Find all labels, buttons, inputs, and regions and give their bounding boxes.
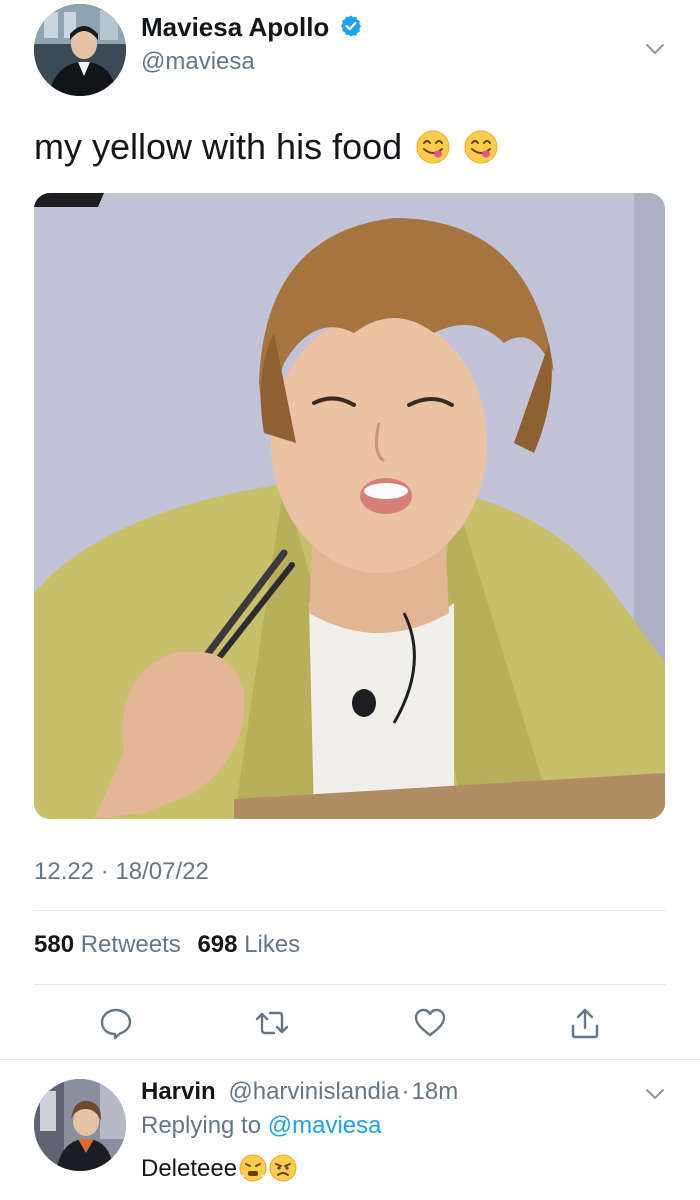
retweet-button[interactable] xyxy=(252,1003,292,1043)
tweet-text: my yellow with his food xyxy=(34,124,498,170)
divider xyxy=(34,984,666,985)
verified-badge-icon xyxy=(340,15,361,37)
reply-separator: · xyxy=(401,1078,410,1105)
likes-count[interactable]: 698 xyxy=(197,931,237,958)
retweets-count[interactable]: 580 xyxy=(34,931,74,958)
tweet-media-photo[interactable] xyxy=(34,193,665,819)
replying-to-handle[interactable]: @maviesa xyxy=(268,1112,382,1139)
reply-text-content: Deleteee xyxy=(141,1155,238,1182)
retweet-icon xyxy=(255,1011,289,1035)
chevron-down-icon[interactable] xyxy=(644,38,666,60)
reply-time[interactable]: 18m xyxy=(412,1078,459,1105)
angry-face-emoji xyxy=(269,1154,297,1182)
face-savoring-food-emoji xyxy=(416,130,450,164)
face-with-steam-emoji xyxy=(239,1154,267,1182)
heart-icon xyxy=(414,1008,446,1037)
author-display-name[interactable]: Maviesa Apollo xyxy=(141,14,329,40)
author-block: Maviesa Apollo @maviesa xyxy=(141,14,363,74)
reply-author-avatar[interactable] xyxy=(34,1079,126,1171)
reply-header: Harvin @harvinislandia·18m xyxy=(141,1077,458,1107)
divider xyxy=(34,910,666,911)
tweet-text-content: my yellow with his food xyxy=(34,126,403,167)
tweet-action-bar xyxy=(34,1003,666,1043)
reply-author-handle[interactable]: @harvinislandia xyxy=(228,1078,399,1105)
tweet-timestamp[interactable]: 12.22 · 18/07/22 xyxy=(34,858,209,886)
tweet-stats: 580 Retweets 698 Likes xyxy=(34,931,310,959)
share-icon xyxy=(571,1008,599,1039)
reply-button[interactable] xyxy=(96,1003,136,1043)
face-savoring-food-emoji xyxy=(464,130,498,164)
reply-icon xyxy=(100,1008,132,1040)
chevron-down-icon[interactable] xyxy=(644,1083,666,1105)
like-button[interactable] xyxy=(410,1003,450,1043)
replying-to-line: Replying to @maviesa xyxy=(141,1111,381,1141)
share-button[interactable] xyxy=(565,1003,605,1043)
author-handle[interactable]: @maviesa xyxy=(141,50,363,74)
section-divider xyxy=(0,1059,700,1060)
author-avatar[interactable] xyxy=(34,4,126,96)
replying-to-label: Replying to xyxy=(141,1112,262,1139)
reply-text: Deleteee xyxy=(141,1152,297,1186)
likes-label[interactable]: Likes xyxy=(244,931,300,958)
reply-author-name[interactable]: Harvin xyxy=(141,1078,216,1105)
retweets-label[interactable]: Retweets xyxy=(81,931,181,958)
